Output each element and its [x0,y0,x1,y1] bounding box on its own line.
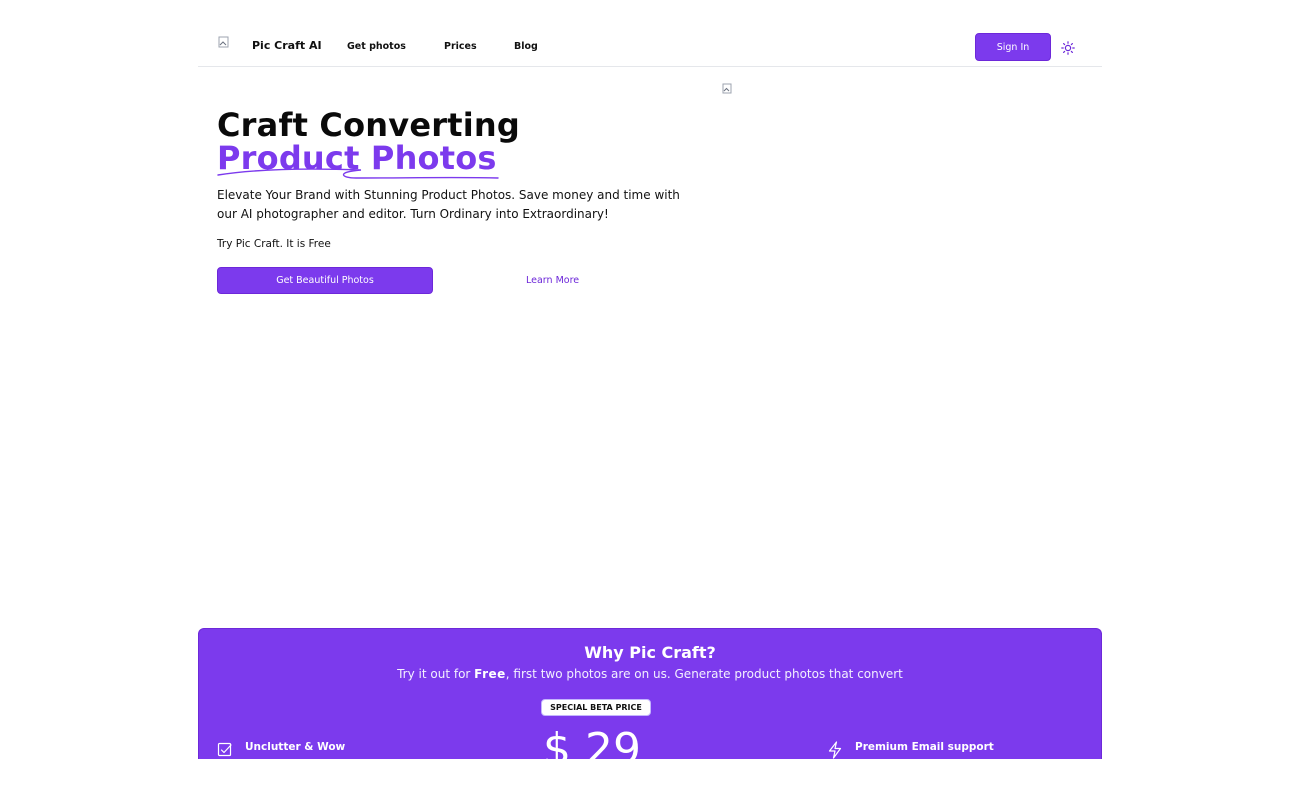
learn-more-link[interactable]: Learn More [526,275,579,286]
beta-price-badge: SPECIAL BETA PRICE [541,699,651,716]
why-subtitle-prefix: Try it out for [397,667,475,681]
why-subtitle: Try it out for Free, first two photos ar… [199,667,1101,681]
feature-support-title: Premium Email support [855,741,994,753]
why-title: Why Pic Craft? [584,643,716,662]
hero-underline-scribble [217,168,499,179]
why-subtitle-suffix: , first two photos are on us. Generate p… [505,667,903,681]
nav-blog[interactable]: Blog [514,41,538,52]
sun-icon[interactable] [1061,40,1075,55]
checkbox-icon [217,742,233,758]
site-header: Pic Craft AI Get photos Prices Blog Sign… [198,0,1102,67]
why-subtitle-free: Free [474,667,506,681]
nav-get-photos[interactable]: Get photos [347,41,406,52]
price-value: $ 29 [543,724,641,760]
feature-unclutter-title: Unclutter & Wow [245,741,346,753]
nav-prices[interactable]: Prices [444,41,477,52]
why-section: Why Pic Craft? Try it out for Free, firs… [198,628,1102,759]
brand-name[interactable]: Pic Craft AI [252,39,322,52]
get-beautiful-photos-button[interactable]: Get Beautiful Photos [217,267,433,294]
lightning-icon [827,741,843,759]
logo-broken-image-icon[interactable] [218,36,232,50]
try-free-text: Try Pic Craft. It is Free [217,238,331,250]
sign-in-button[interactable]: Sign In [975,33,1051,61]
hero-description: Elevate Your Brand with Stunning Product… [217,188,680,221]
hero-broken-image-icon [722,80,734,94]
